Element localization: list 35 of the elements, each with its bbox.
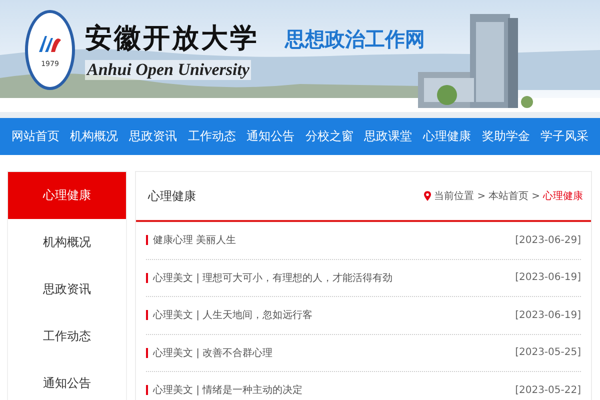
article-date: [2023-06-29]	[515, 234, 581, 246]
article-date: [2023-05-22]	[515, 384, 581, 396]
site-title: 思想政治工作网	[285, 26, 425, 52]
nav-link[interactable]: 奖助学金	[480, 124, 532, 149]
nav-link[interactable]: 学子风采	[538, 124, 591, 149]
nav-link[interactable]: 机构概况	[68, 124, 120, 149]
article-link[interactable]: 健康心理 美丽人生	[153, 233, 516, 248]
article-date: [2023-06-19]	[515, 272, 581, 284]
sidebar-item[interactable]: 工作动态	[8, 313, 126, 360]
section-title: 心理健康	[148, 188, 196, 204]
nav-link[interactable]: 思政课堂	[362, 124, 414, 149]
nav-link[interactable]: 网站首页	[9, 124, 62, 149]
breadcrumb-label: 当前位置	[434, 190, 474, 203]
university-name: 安徽开放大学	[85, 22, 260, 56]
location-pin-icon	[424, 191, 432, 201]
breadcrumb-separator: >	[532, 190, 540, 202]
nav-link[interactable]: 分校之窗	[303, 124, 356, 149]
nav-link[interactable]: 工作动态	[186, 124, 238, 149]
sidebar-item[interactable]: 通知公告	[8, 360, 126, 400]
university-english-name: Anhui Open University	[85, 60, 252, 80]
article-date: [2023-06-19]	[515, 310, 581, 321]
nav-link[interactable]: 心理健康	[420, 124, 473, 149]
article-link[interactable]: 心理美文 | 情绪是一种主动的决定	[153, 383, 516, 398]
breadcrumb-link[interactable]: 心理健康	[543, 189, 583, 203]
sidebar-item[interactable]: 机构概况	[8, 219, 126, 266]
nav-link[interactable]: 思政资讯	[126, 124, 179, 149]
article-link[interactable]: 心理美文 | 理想可大可小，有理想的人，才能活得有劲	[153, 270, 516, 285]
article-link[interactable]: 心理美文 | 人生天地间，忽如远行客	[153, 308, 516, 322]
sidebar-item[interactable]: 心理健康	[8, 172, 126, 219]
sidebar-item[interactable]: 思政资讯	[8, 266, 126, 313]
breadcrumb-separator: >	[477, 190, 486, 202]
breadcrumb-link[interactable]: 本站首页	[488, 189, 529, 203]
nav-link[interactable]: 通知公告	[244, 124, 297, 149]
article-date: [2023-05-25]	[515, 347, 581, 358]
article-link[interactable]: 心理美文 | 改善不合群心理	[153, 346, 516, 360]
